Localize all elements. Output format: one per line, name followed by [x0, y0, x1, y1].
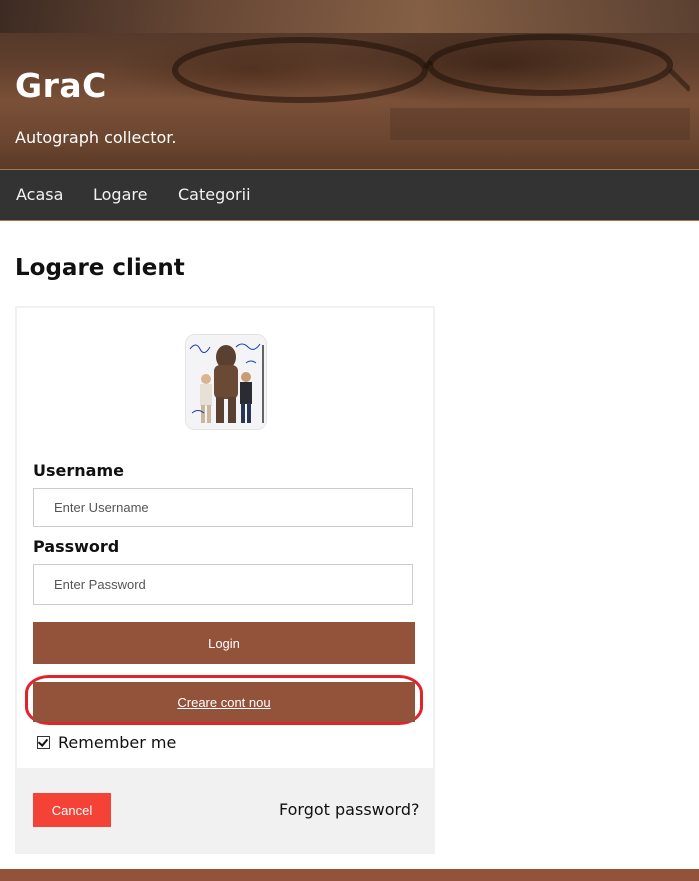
site-tagline: Autograph collector.: [15, 128, 177, 147]
top-nav-bar: Acasa Logare Categorii: [0, 170, 699, 221]
banner-background-strip: [0, 0, 699, 33]
nav-item-logare[interactable]: Logare: [93, 185, 147, 204]
password-input[interactable]: [33, 564, 413, 605]
page-footer-bar: [0, 869, 699, 881]
page-title: Logare client: [15, 255, 185, 281]
site-title: GraC: [15, 66, 107, 105]
password-label: Password: [33, 537, 120, 556]
remember-checkbox[interactable]: [37, 735, 50, 749]
forgot-password-link[interactable]: Forgot password?: [279, 800, 419, 819]
nav-item-categorii[interactable]: Categorii: [178, 185, 251, 204]
remember-me-row[interactable]: Remember me: [37, 732, 177, 752]
username-input[interactable]: [33, 488, 413, 527]
autograph-photo-icon: [186, 335, 266, 429]
login-button[interactable]: Login: [33, 622, 415, 664]
username-label: Username: [33, 461, 124, 480]
remember-label: Remember me: [58, 732, 177, 752]
header-banner: GraC Autograph collector.: [0, 0, 699, 169]
nav-item-acasa[interactable]: Acasa: [16, 185, 63, 204]
avatar-image: [185, 334, 267, 430]
checkmark-icon: [37, 735, 49, 747]
glasses-background-image: [172, 34, 690, 140]
create-account-button[interactable]: Creare cont nou: [33, 682, 415, 722]
cancel-button[interactable]: Cancel: [33, 793, 111, 827]
